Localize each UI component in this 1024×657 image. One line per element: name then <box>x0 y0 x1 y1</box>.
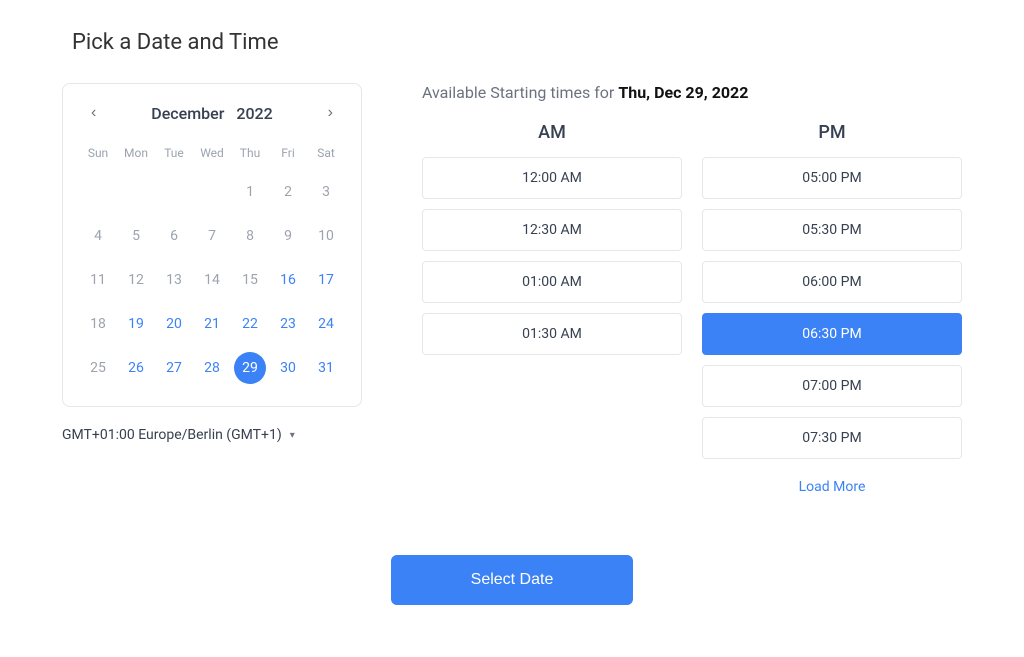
calendar-day[interactable]: 16 <box>269 258 307 302</box>
empty-day <box>117 170 155 214</box>
calendar-day[interactable]: 31 <box>307 346 345 390</box>
calendar-day[interactable]: 11 <box>79 258 117 302</box>
calendar-section: ‹ December 2022 › SunMonTueWedThuFriSat … <box>62 83 362 443</box>
am-column-header: AM <box>422 122 682 143</box>
calendar-day[interactable]: 6 <box>155 214 193 258</box>
time-columns: AM 12:00 AM 12:30 AM 01:00 AM 01:30 AM PM 0… <box>422 122 962 505</box>
calendar-month-year: December 2022 <box>151 104 272 123</box>
calendar-day[interactable]: 5 <box>117 214 155 258</box>
time-header-prefix: Available Starting times for <box>422 83 618 102</box>
timezone-selector[interactable]: GMT+01:00 Europe/Berlin (GMT+1) ▾ <box>62 427 362 443</box>
weekday-header: Fri <box>269 142 307 170</box>
calendar-day[interactable]: 3 <box>307 170 345 214</box>
am-time-slot[interactable]: 01:00 AM <box>422 261 682 303</box>
calendar-day[interactable]: 29 <box>231 346 269 390</box>
timezone-label: GMT+01:00 Europe/Berlin (GMT+1) <box>62 427 282 443</box>
calendar-year: 2022 <box>236 104 272 123</box>
empty-day <box>193 170 231 214</box>
calendar-grid: SunMonTueWedThuFriSat 123456789101112131… <box>79 142 345 390</box>
time-header-date: Thu, Dec 29, 2022 <box>618 83 748 102</box>
am-time-slot[interactable]: 12:30 AM <box>422 209 682 251</box>
pm-time-slot[interactable]: 06:00 PM <box>702 261 962 303</box>
calendar-day[interactable]: 22 <box>231 302 269 346</box>
calendar-day[interactable]: 1 <box>231 170 269 214</box>
weekday-header: Wed <box>193 142 231 170</box>
pm-time-slot[interactable]: 05:00 PM <box>702 157 962 199</box>
weekday-header: Thu <box>231 142 269 170</box>
calendar-container: ‹ December 2022 › SunMonTueWedThuFriSat … <box>62 83 362 407</box>
select-date-button[interactable]: Select Date <box>391 555 634 605</box>
pm-time-slot[interactable]: 06:30 PM <box>702 313 962 355</box>
calendar-day[interactable]: 17 <box>307 258 345 302</box>
calendar-day[interactable]: 28 <box>193 346 231 390</box>
am-time-slot[interactable]: 12:00 AM <box>422 157 682 199</box>
calendar-day[interactable]: 9 <box>269 214 307 258</box>
pm-time-slot[interactable]: 07:00 PM <box>702 365 962 407</box>
prev-month-button[interactable]: ‹ <box>83 100 104 126</box>
empty-day <box>79 170 117 214</box>
calendar-day[interactable]: 15 <box>231 258 269 302</box>
time-section-header: Available Starting times for Thu, Dec 29… <box>422 83 962 102</box>
calendar-day[interactable]: 2 <box>269 170 307 214</box>
weekday-header: Mon <box>117 142 155 170</box>
time-section: Available Starting times for Thu, Dec 29… <box>422 83 962 505</box>
load-more-button[interactable]: Load More <box>702 469 962 505</box>
calendar-day[interactable]: 30 <box>269 346 307 390</box>
calendar-day[interactable]: 21 <box>193 302 231 346</box>
weekday-header: Sun <box>79 142 117 170</box>
weekday-header: Tue <box>155 142 193 170</box>
calendar-header: ‹ December 2022 › <box>79 100 345 126</box>
calendar-month: December <box>151 104 224 123</box>
calendar-day[interactable]: 26 <box>117 346 155 390</box>
pm-column-header: PM <box>702 122 962 143</box>
calendar-day[interactable]: 24 <box>307 302 345 346</box>
calendar-day[interactable]: 14 <box>193 258 231 302</box>
calendar-day[interactable]: 13 <box>155 258 193 302</box>
pm-time-slot[interactable]: 05:30 PM <box>702 209 962 251</box>
chevron-down-icon: ▾ <box>290 430 295 441</box>
calendar-day[interactable]: 23 <box>269 302 307 346</box>
calendar-day[interactable]: 19 <box>117 302 155 346</box>
am-time-slot[interactable]: 01:30 AM <box>422 313 682 355</box>
page-title: Pick a Date and Time <box>62 30 962 55</box>
calendar-day[interactable]: 10 <box>307 214 345 258</box>
calendar-day[interactable]: 18 <box>79 302 117 346</box>
pm-time-slot[interactable]: 07:30 PM <box>702 417 962 459</box>
next-month-button[interactable]: › <box>320 100 341 126</box>
calendar-day[interactable]: 20 <box>155 302 193 346</box>
calendar-day[interactable]: 7 <box>193 214 231 258</box>
calendar-day[interactable]: 4 <box>79 214 117 258</box>
empty-day <box>155 170 193 214</box>
calendar-day[interactable]: 25 <box>79 346 117 390</box>
calendar-day[interactable]: 12 <box>117 258 155 302</box>
am-column: AM 12:00 AM 12:30 AM 01:00 AM 01:30 AM <box>422 122 682 505</box>
calendar-day[interactable]: 27 <box>155 346 193 390</box>
weekday-header: Sat <box>307 142 345 170</box>
calendar-day[interactable]: 8 <box>231 214 269 258</box>
pm-column: PM 05:00 PM 05:30 PM 06:00 PM 06:30 PM 07:00… <box>702 122 962 505</box>
